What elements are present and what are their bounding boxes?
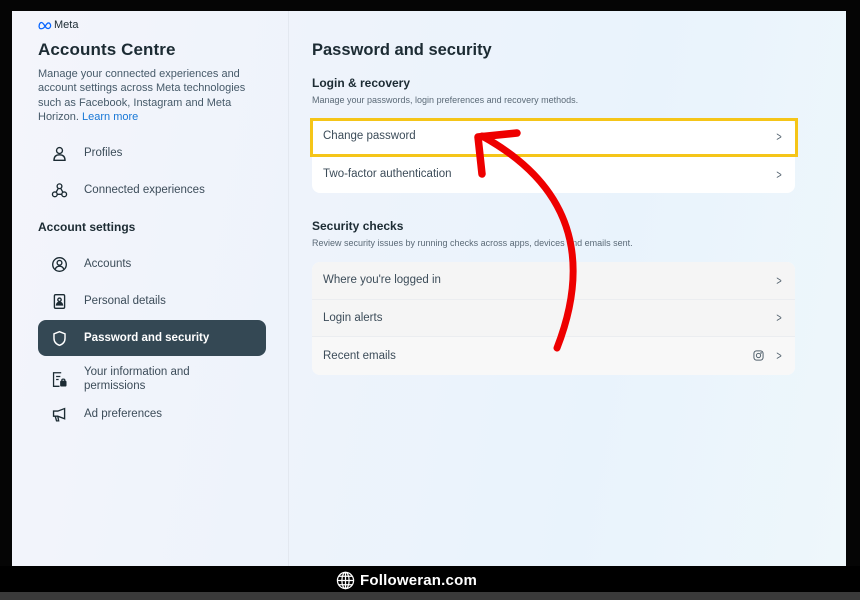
sidebar-item-label: Ad preferences	[84, 408, 162, 420]
accounts-centre-title: Accounts Centre	[38, 40, 176, 59]
person-icon	[50, 144, 68, 162]
where-youre-logged-in-row[interactable]: Where you're logged in >	[312, 262, 795, 300]
recent-emails-row[interactable]: Recent emails >	[312, 337, 795, 375]
row-label: Login alerts	[323, 311, 383, 324]
sidebar-item-your-information-and-permissions[interactable]: Your information and permissions	[38, 360, 266, 398]
chevron-right-icon: >	[776, 310, 782, 326]
chevron-right-icon: >	[776, 348, 782, 364]
page-title: Password and security	[312, 41, 492, 59]
sidebar-item-password-and-security[interactable]: Password and security	[38, 320, 266, 356]
chevron-right-icon: >	[776, 272, 782, 288]
sidebar-item-label: Your information and permissions	[84, 366, 190, 392]
row-label: Two-factor authentication	[323, 168, 452, 181]
sidebar-item-connected-experiences[interactable]: Connected experiences	[38, 172, 266, 208]
account-settings-heading: Account settings	[38, 220, 136, 234]
id-card-icon	[50, 292, 68, 310]
change-password-row[interactable]: Change password >	[312, 118, 795, 156]
sidebar-item-label: Personal details	[84, 295, 166, 307]
sidebar-item-profiles[interactable]: Profiles	[38, 135, 266, 171]
login-alerts-row[interactable]: Login alerts >	[312, 299, 795, 337]
connected-icon	[50, 181, 68, 199]
accounts-centre-screen: Meta Accounts Centre Manage your connect…	[12, 11, 846, 566]
accounts-centre-description: Manage your connected experiences and ac…	[38, 67, 270, 124]
sidebar-item-ad-preferences[interactable]: Ad preferences	[38, 396, 266, 432]
row-label: Recent emails	[323, 349, 396, 362]
sidebar-item-label: Profiles	[84, 147, 123, 159]
shield-icon	[50, 329, 68, 347]
megaphone-icon	[50, 405, 68, 423]
learn-more-link[interactable]: Learn more	[82, 111, 138, 123]
description-text: Manage your connected experiences and ac…	[38, 68, 246, 123]
sidebar-item-accounts[interactable]: Accounts	[38, 246, 266, 282]
instagram-icon	[753, 350, 764, 361]
security-checks-description: Review security issues by running checks…	[312, 238, 633, 248]
sidebar-item-label: Accounts	[84, 258, 132, 270]
sidebar: Meta Accounts Centre Manage your connect…	[12, 11, 288, 566]
meta-brand-text: Meta	[54, 19, 79, 31]
device-bezel-edge	[0, 592, 860, 600]
security-checks-card: Where you're logged in > Login alerts > …	[312, 262, 795, 375]
sidebar-item-personal-details[interactable]: Personal details	[38, 283, 266, 319]
login-recovery-heading: Login & recovery	[312, 76, 411, 90]
login-recovery-description: Manage your passwords, login preferences…	[312, 95, 579, 105]
security-checks-heading: Security checks	[312, 219, 404, 233]
info-lock-icon	[50, 370, 68, 388]
chevron-right-icon: >	[776, 166, 782, 182]
sidebar-item-label: Password and security	[84, 332, 210, 344]
watermark-text: Followeran.com	[360, 572, 477, 589]
account-circle-icon	[50, 255, 68, 273]
two-factor-authentication-row[interactable]: Two-factor authentication >	[312, 156, 795, 194]
watermark: Followeran.com	[336, 571, 477, 590]
globe-icon	[336, 571, 355, 590]
main-panel: Password and security Login & recovery M…	[289, 11, 846, 566]
sidebar-item-label: Connected experiences	[84, 184, 205, 196]
meta-infinity-icon	[38, 21, 52, 29]
row-label: Change password	[323, 130, 416, 143]
login-recovery-card: Change password > Two-factor authenticat…	[312, 118, 795, 193]
row-label: Where you're logged in	[323, 274, 441, 287]
meta-logo: Meta	[38, 19, 78, 31]
chevron-right-icon: >	[776, 128, 782, 144]
